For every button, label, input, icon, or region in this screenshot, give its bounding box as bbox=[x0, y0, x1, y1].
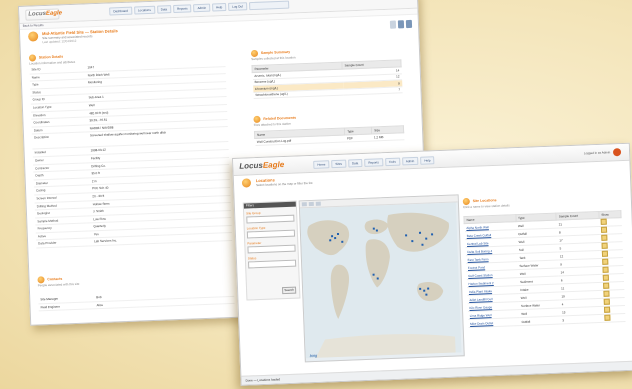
show-checkbox[interactable] bbox=[601, 242, 609, 249]
filter-panel: Filters Site Group Location Type Paramet… bbox=[242, 200, 301, 301]
show-checkbox[interactable] bbox=[601, 226, 608, 233]
site-group-select[interactable] bbox=[246, 214, 295, 224]
globe-icon bbox=[241, 178, 252, 188]
zoom-in-icon[interactable] bbox=[301, 202, 307, 207]
map-icon[interactable] bbox=[405, 19, 413, 29]
nav-item[interactable]: Tools bbox=[384, 157, 400, 167]
location-type-select[interactable] bbox=[246, 229, 296, 239]
main-nav: Dashboard Locations Data Reports Admin H… bbox=[109, 0, 290, 16]
site-name-link[interactable]: Mike Drain Outlet bbox=[467, 317, 520, 328]
nav-item[interactable]: Admin bbox=[401, 156, 419, 166]
show-checkbox[interactable] bbox=[604, 306, 611, 313]
nav-item[interactable]: Dashboard bbox=[109, 6, 133, 16]
details-title: Station Details bbox=[38, 54, 64, 60]
nav-item[interactable]: Locations bbox=[133, 5, 155, 15]
site-list-title: Site Locations bbox=[472, 198, 497, 204]
site-list-subtitle: Click a name to view station details bbox=[462, 203, 510, 210]
contact-name[interactable]: Bob bbox=[96, 294, 102, 301]
export-icon[interactable] bbox=[397, 20, 405, 29]
user-avatar-icon[interactable] bbox=[612, 148, 622, 157]
show-checkbox[interactable] bbox=[602, 258, 609, 265]
site-table: Name Type Sample Count Show Alpha North … bbox=[463, 210, 626, 328]
show-checkbox[interactable] bbox=[600, 218, 608, 225]
contacts-subtitle: People associated with this site bbox=[37, 281, 80, 288]
nav-item[interactable]: Reports bbox=[364, 158, 383, 167]
details-header: Station Details Location information and… bbox=[28, 53, 75, 66]
nav-item[interactable]: Log Out bbox=[228, 2, 248, 11]
nav-item[interactable]: Sites bbox=[331, 159, 347, 169]
show-checkbox[interactable] bbox=[602, 266, 610, 273]
document-type: PDF bbox=[344, 134, 373, 142]
nav-item[interactable]: Reports bbox=[172, 4, 192, 14]
page-subtitle: Select locations on the map or filter th… bbox=[255, 180, 313, 188]
documents-title: Related Documents bbox=[263, 115, 297, 121]
last-updated: Last updated: 12/04/2012 bbox=[42, 38, 77, 45]
show-checkbox[interactable] bbox=[603, 282, 610, 289]
world-map[interactable] bbox=[299, 202, 462, 359]
sample-summary-title: Sample Summary bbox=[260, 49, 291, 56]
app-logo[interactable]: LocusEagle bbox=[25, 8, 62, 21]
documents-subtitle: Files attached to this station bbox=[253, 121, 291, 128]
location-icon bbox=[27, 31, 39, 42]
sample-count: 7 bbox=[342, 86, 403, 96]
show-cell bbox=[602, 313, 626, 323]
sample-summary-panel: Sample Summary Samples collected at this… bbox=[250, 44, 403, 99]
contacts-header: Contacts People associated with this sit… bbox=[37, 275, 80, 288]
show-checkbox[interactable] bbox=[601, 234, 608, 241]
sample-summary-subtitle: Samples collected at this location bbox=[251, 55, 296, 62]
locations-map-window: LocusEagle Home Sites Data Reports Tools… bbox=[232, 142, 632, 386]
user-area: Logged in as Admin bbox=[583, 148, 622, 157]
app-logo[interactable]: LocusEagle bbox=[239, 160, 284, 171]
map-view[interactable]: bing bbox=[298, 194, 465, 363]
documents-table: Name Type Size Well Construction Log.pdf… bbox=[254, 125, 404, 146]
contact-name[interactable]: Alice bbox=[96, 302, 103, 309]
toolbar bbox=[389, 19, 413, 29]
nav-item[interactable]: Data bbox=[156, 5, 172, 14]
nav-item[interactable]: Admin bbox=[193, 3, 211, 13]
show-checkbox[interactable] bbox=[603, 290, 610, 297]
document-size: 1.2 MB bbox=[371, 132, 404, 141]
user-label: Logged in as Admin bbox=[583, 150, 611, 156]
contacts-list: Site Manager Bob Field Engineer Alice bbox=[38, 288, 235, 312]
main-nav: Home Sites Data Reports Tools Admin Help bbox=[313, 156, 435, 169]
site-type: Outfall bbox=[519, 316, 561, 326]
nav-item[interactable]: Help bbox=[211, 3, 227, 12]
map-provider-logo: bing bbox=[309, 352, 318, 359]
show-checkbox[interactable] bbox=[604, 298, 611, 305]
zoom-out-icon[interactable] bbox=[308, 201, 314, 207]
detail-key: Data Provider bbox=[38, 241, 57, 246]
pan-icon[interactable] bbox=[315, 201, 321, 206]
show-checkbox[interactable] bbox=[603, 274, 610, 281]
detail-key: Description bbox=[33, 135, 50, 140]
documents-panel: Related Documents Files attached to this… bbox=[253, 110, 404, 146]
search-button[interactable]: Search bbox=[281, 286, 297, 295]
sample-summary-table: Parameter Sample Count Arsenic, total (m… bbox=[251, 59, 403, 99]
nav-item[interactable]: Data bbox=[347, 159, 363, 168]
sample-count: 3 bbox=[560, 314, 603, 325]
contacts-title: Contacts bbox=[47, 276, 63, 282]
show-checkbox[interactable] bbox=[604, 314, 611, 321]
status-select[interactable] bbox=[247, 259, 297, 269]
print-icon[interactable] bbox=[389, 20, 397, 29]
nav-item[interactable]: Home bbox=[313, 160, 330, 169]
search-input[interactable] bbox=[248, 0, 290, 11]
show-checkbox[interactable] bbox=[602, 250, 609, 257]
contact-role: Field Engineer bbox=[40, 304, 60, 309]
parameter-select[interactable] bbox=[247, 244, 296, 254]
nav-item[interactable]: Help bbox=[420, 156, 435, 165]
filter-title: Filters bbox=[243, 201, 296, 209]
details-list: Site ID 1047 Name North Ditch Well Type Monit… bbox=[29, 59, 233, 249]
site-list-header: Site Locations Click a name to view stat… bbox=[462, 196, 510, 210]
